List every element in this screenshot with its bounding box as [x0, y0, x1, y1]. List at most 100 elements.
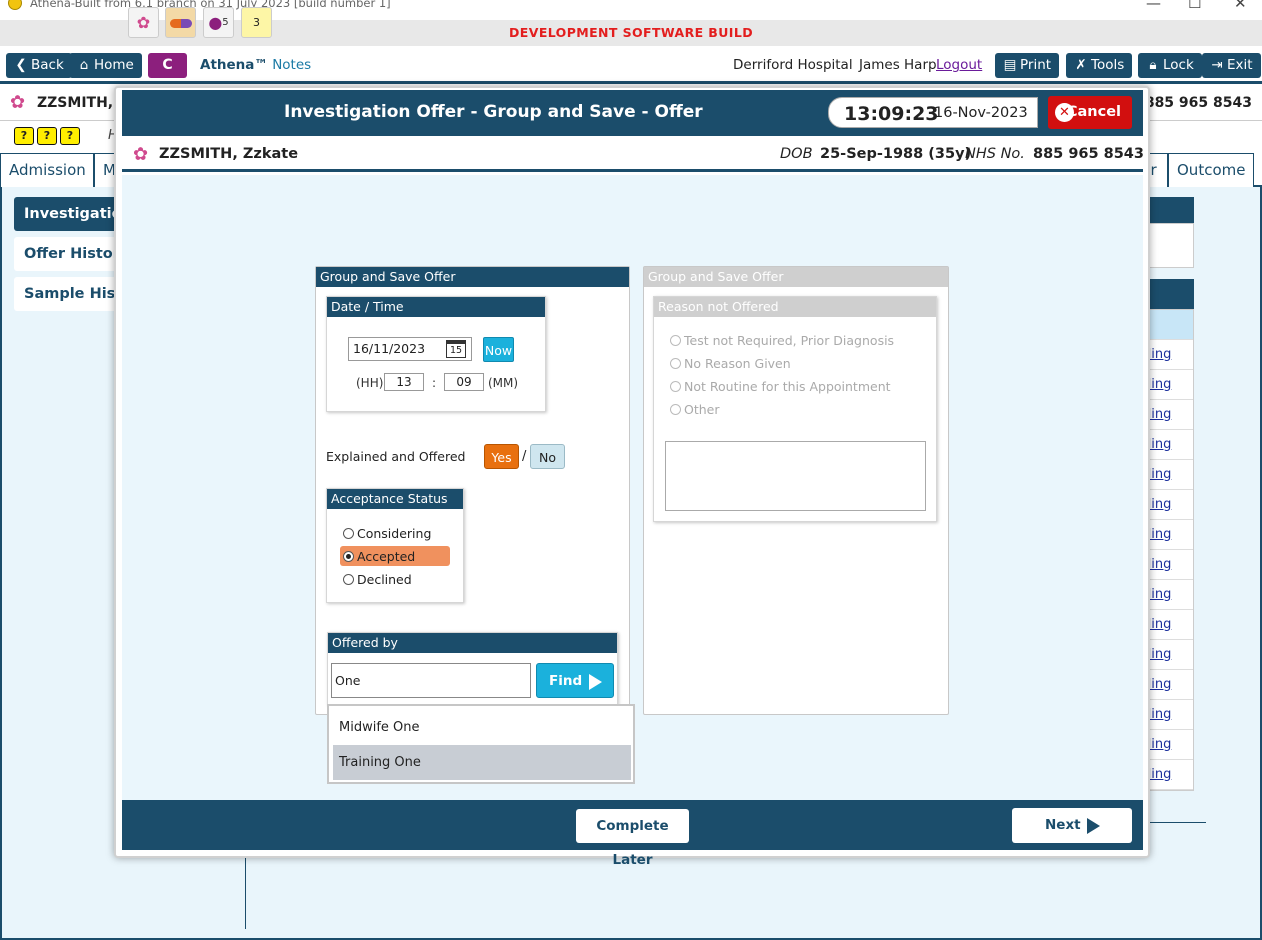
back-button[interactable]: ❮ Back: [6, 53, 72, 78]
minutes-input[interactable]: 09: [444, 373, 484, 391]
chevron-left-icon: ❮: [15, 57, 27, 73]
radio-label: Other: [684, 402, 720, 417]
not-offered-panel-header: Group and Save Offer: [644, 267, 948, 287]
radio-label: Declined: [357, 572, 412, 587]
tools-label: Tools: [1091, 57, 1125, 73]
radio-label: Not Routine for this Appointment: [684, 379, 891, 394]
sidebar-item-investigations[interactable]: Investigations: [14, 197, 124, 231]
flower-icon: ✿: [133, 144, 149, 165]
radio-considering[interactable]: Considering: [343, 526, 431, 541]
radio-dot: [670, 335, 681, 346]
alert-question-icon[interactable]: ?: [60, 127, 80, 145]
notes-label: Notes: [272, 57, 312, 73]
radio-other[interactable]: Other: [670, 402, 720, 417]
current-date: 16-Nov-2023: [934, 105, 1028, 121]
radio-label: Considering: [357, 526, 432, 541]
tab-admission[interactable]: Admission: [0, 153, 94, 187]
current-time: 13:09:23: [844, 103, 939, 125]
flower-icon[interactable]: ✿: [128, 7, 159, 38]
play-arrow-icon: [1087, 818, 1100, 834]
c-button[interactable]: C: [148, 53, 187, 78]
athena-app-icon: [8, 0, 22, 10]
explained-offered-label: Explained and Offered: [326, 449, 466, 464]
find-button[interactable]: Find: [536, 663, 614, 698]
athena-notes-link[interactable]: Athena™ Notes: [200, 57, 311, 73]
minimize-button[interactable]: —: [1146, 0, 1161, 12]
tools-button[interactable]: ✗ Tools: [1066, 53, 1133, 78]
hospital-name: Derriford Hospital: [733, 57, 853, 73]
flower-icon: ✿: [10, 92, 26, 113]
lock-button[interactable]: 🔒︎ Lock: [1138, 53, 1202, 78]
next-label: Next: [1045, 817, 1081, 833]
hours-input[interactable]: 13: [384, 373, 424, 391]
exit-button[interactable]: ⇥ Exit: [1202, 53, 1261, 78]
sidebar-item-sample-history[interactable]: Sample History: [14, 277, 124, 311]
complete-later-button[interactable]: Complete Later: [576, 809, 689, 868]
now-button[interactable]: Now: [483, 337, 514, 362]
radio-label: No Reason Given: [684, 356, 791, 371]
pregnancy-count: 5: [222, 17, 229, 28]
radio-dot: [670, 404, 681, 415]
reason-textarea[interactable]: [665, 441, 926, 511]
alert-question-icon[interactable]: ?: [37, 127, 57, 145]
radio-dot: [343, 574, 354, 585]
no-button[interactable]: No: [530, 444, 565, 469]
reason-header: Reason not Offered: [654, 297, 936, 317]
close-window-button[interactable]: ✕: [1234, 0, 1247, 12]
calendar-icon[interactable]: 3: [241, 7, 272, 38]
cancel-button[interactable]: ✕ Cancel: [1048, 96, 1132, 129]
medication-icon[interactable]: [165, 7, 196, 38]
radio-no-reason[interactable]: No Reason Given: [670, 356, 791, 371]
tools-icon: ✗: [1075, 57, 1087, 73]
background-nhs-number: 885 965 8543: [1144, 95, 1252, 111]
dialog-title: Investigation Offer - Group and Save - O…: [284, 102, 703, 122]
sidebar-item-offer-history[interactable]: Offer History: [14, 237, 124, 271]
dob-label: DOB: [780, 146, 813, 162]
logout-link[interactable]: Logout: [936, 57, 982, 73]
brand-name: Athena™: [200, 57, 268, 73]
radio-label: Accepted: [357, 549, 416, 564]
dropdown-option-midwife-one[interactable]: Midwife One: [333, 710, 631, 745]
calendar-icon[interactable]: 15: [446, 340, 466, 358]
hours-label: (HH): [356, 376, 384, 390]
alert-list-icon[interactable]: ?: [14, 127, 34, 145]
maximize-button[interactable]: ☐: [1188, 0, 1201, 12]
cancel-label: Cancel: [1066, 104, 1121, 120]
acceptance-header: Acceptance Status: [327, 489, 463, 509]
offered-by-header: Offered by: [328, 633, 617, 653]
close-icon: ✕: [1055, 103, 1074, 122]
home-icon: ⌂: [79, 57, 89, 73]
patient-name: ZZSMITH, Zzkate: [159, 146, 299, 162]
home-button[interactable]: ⌂ Home: [69, 53, 142, 78]
main-toolbar: ❮ Back ⌂ Home C Athena™ Notes Derriford Ho…: [0, 46, 1262, 84]
offered-by-input[interactable]: One: [331, 663, 531, 698]
exit-icon: ⇥: [1211, 57, 1223, 73]
printer-icon: ▤: [1003, 57, 1017, 73]
yes-no-separator: /: [522, 449, 527, 464]
lock-label: Lock: [1163, 57, 1194, 73]
tab-outcome[interactable]: Outcome: [1168, 153, 1254, 187]
radio-declined[interactable]: Declined: [343, 572, 412, 587]
print-button[interactable]: ▤ Print: [995, 53, 1060, 78]
yes-button[interactable]: Yes: [484, 444, 519, 469]
radio-dot: [343, 551, 354, 562]
next-button[interactable]: Next: [1012, 808, 1132, 843]
find-label: Find: [549, 673, 583, 689]
divider-line: [245, 855, 246, 929]
calendar-count: 3: [253, 16, 260, 29]
dropdown-option-training-one[interactable]: Training One: [333, 745, 631, 780]
radio-test-not-required[interactable]: Test not Required, Prior Diagnosis: [670, 333, 894, 348]
radio-dot: [670, 381, 681, 392]
play-arrow-icon: [589, 674, 602, 690]
print-label: Print: [1020, 57, 1052, 73]
radio-label: Test not Required, Prior Diagnosis: [684, 333, 895, 348]
pregnancy-icon[interactable]: ●5: [203, 7, 234, 38]
exit-label: Exit: [1227, 57, 1253, 73]
datetime-header: Date / Time: [327, 297, 545, 317]
offer-panel-header: Group and Save Offer: [316, 267, 629, 287]
dob-value: 25-Sep-1988 (35y): [820, 146, 972, 162]
radio-not-routine[interactable]: Not Routine for this Appointment: [670, 379, 891, 394]
back-label: Back: [31, 57, 64, 73]
radio-dot: [343, 528, 354, 539]
radio-accepted[interactable]: Accepted: [343, 549, 415, 564]
